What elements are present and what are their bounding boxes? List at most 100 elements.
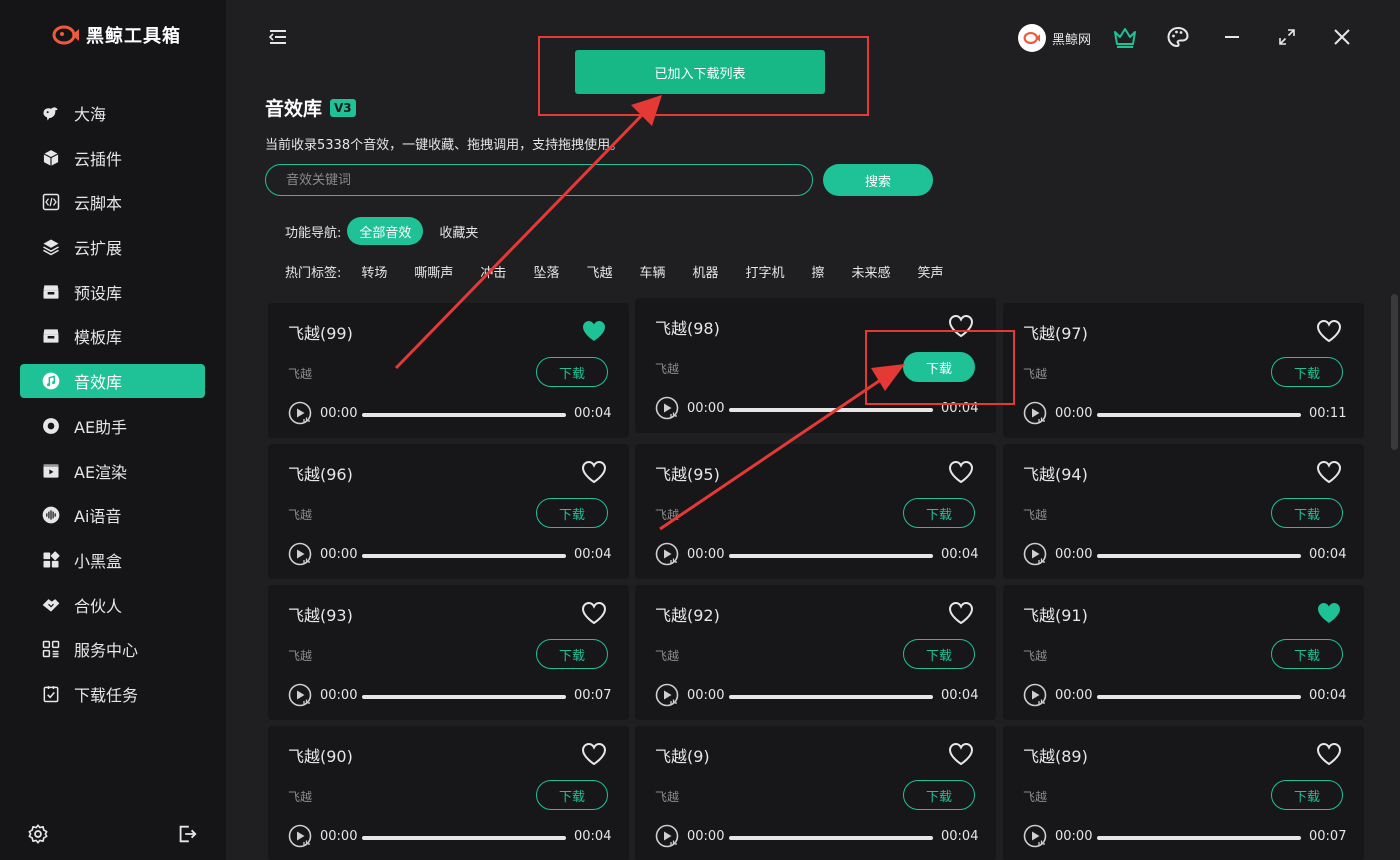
- download-button[interactable]: 下载: [536, 498, 608, 528]
- sound-card[interactable]: 飞越(95) 飞越 下载 00:00 00:04: [635, 444, 996, 579]
- hot-tag[interactable]: 冲击: [480, 262, 506, 281]
- sidebar-item[interactable]: 合伙人: [20, 588, 205, 622]
- sidebar-item[interactable]: 服务中心: [20, 632, 205, 666]
- heart-filled-icon[interactable]: [581, 319, 607, 343]
- progress-bar[interactable]: [1097, 695, 1301, 699]
- theme-palette-icon[interactable]: [1165, 24, 1191, 50]
- scrollbar-thumb[interactable]: [1391, 294, 1398, 450]
- vip-crown-icon[interactable]: [1112, 24, 1138, 50]
- menu-collapse-icon[interactable]: [268, 28, 288, 46]
- play-icon[interactable]: [1023, 683, 1047, 707]
- play-icon[interactable]: [288, 683, 312, 707]
- brand-link[interactable]: 黑鲸网: [1018, 24, 1091, 52]
- hot-tag[interactable]: 机器: [692, 262, 718, 281]
- progress-bar[interactable]: [362, 836, 566, 840]
- hot-tag[interactable]: 嘶嘶声: [414, 262, 453, 281]
- download-button[interactable]: 下载: [536, 780, 608, 810]
- download-button[interactable]: 下载: [536, 639, 608, 669]
- sound-title: 飞越(97): [1023, 324, 1088, 343]
- sidebar-item[interactable]: AE渲染: [20, 454, 205, 488]
- progress-bar[interactable]: [1097, 836, 1301, 840]
- download-button[interactable]: 下载: [1271, 780, 1343, 810]
- sound-card[interactable]: 飞越(97) 飞越 下载 00:00 00:11: [1003, 303, 1364, 438]
- sound-card[interactable]: 飞越(96) 飞越 下载 00:00 00:04: [268, 444, 629, 579]
- play-icon[interactable]: [655, 683, 679, 707]
- hot-tag[interactable]: 擦: [812, 262, 825, 281]
- sound-card[interactable]: 飞越(94) 飞越 下载 00:00 00:04: [1003, 444, 1364, 579]
- play-icon[interactable]: [1023, 542, 1047, 566]
- sound-card[interactable]: 飞越(91) 飞越 下载 00:00 00:04: [1003, 585, 1364, 720]
- download-button[interactable]: 下载: [903, 498, 975, 528]
- tab-favorites[interactable]: 收藏夹: [427, 217, 490, 245]
- play-icon[interactable]: [655, 396, 679, 420]
- sidebar-item[interactable]: AE助手: [20, 409, 205, 443]
- progress-bar[interactable]: [1097, 554, 1301, 558]
- heart-outline-icon[interactable]: [1316, 742, 1342, 766]
- maximize-icon[interactable]: [1274, 24, 1300, 50]
- download-button[interactable]: 下载: [1271, 357, 1343, 387]
- hot-tag[interactable]: 未来感: [852, 262, 891, 281]
- search-input[interactable]: [265, 164, 813, 196]
- settings-icon[interactable]: [27, 823, 49, 845]
- sidebar-item[interactable]: 模板库: [20, 319, 205, 353]
- sidebar-nav: 大海云插件云脚本云扩展预设库模板库音效库 AE助手 AE渲染 Ai语音小黑盒合伙人服务…: [20, 96, 205, 722]
- download-button[interactable]: 下载: [1271, 498, 1343, 528]
- play-icon[interactable]: [288, 824, 312, 848]
- heart-outline-icon[interactable]: [581, 742, 607, 766]
- progress-bar[interactable]: [362, 413, 566, 417]
- download-button[interactable]: 下载: [536, 357, 608, 387]
- hot-tag[interactable]: 车辆: [639, 262, 665, 281]
- heart-outline-icon[interactable]: [1316, 319, 1342, 343]
- progress-bar[interactable]: [1097, 413, 1301, 417]
- duration: 00:04: [941, 829, 979, 844]
- heart-outline-icon[interactable]: [948, 601, 974, 625]
- download-button[interactable]: 下载: [903, 639, 975, 669]
- close-icon[interactable]: [1329, 24, 1355, 50]
- search-button[interactable]: 搜索: [823, 164, 933, 196]
- heart-outline-icon[interactable]: [581, 460, 607, 484]
- sidebar-item[interactable]: 音效库: [20, 364, 205, 399]
- sound-card[interactable]: 飞越(99) 飞越 下载 00:00 00:04: [268, 303, 629, 438]
- progress-bar[interactable]: [362, 695, 566, 699]
- download-button[interactable]: 下载: [903, 780, 975, 810]
- logout-icon[interactable]: [176, 823, 198, 845]
- heart-outline-icon[interactable]: [581, 601, 607, 625]
- tab-all-sounds[interactable]: 全部音效: [347, 217, 424, 245]
- progress-bar[interactable]: [362, 554, 566, 558]
- sidebar-item[interactable]: 大海: [20, 96, 205, 130]
- play-icon[interactable]: [288, 542, 312, 566]
- play-icon[interactable]: [288, 401, 312, 425]
- sidebar: 黑鲸工具箱 大海 云插件 云脚本 云扩展 预设库 模板库 音效库 AE助手 AE渲染 Ai语音 小黑…: [0, 0, 226, 860]
- hot-tag[interactable]: 转场: [361, 262, 387, 281]
- sound-card[interactable]: 飞越(93) 飞越 下载 00:00 00:07: [268, 585, 629, 720]
- sidebar-item[interactable]: 下载任务: [20, 677, 205, 711]
- heart-outline-icon[interactable]: [948, 742, 974, 766]
- heart-outline-icon[interactable]: [948, 460, 974, 484]
- hot-tag[interactable]: 打字机: [746, 262, 785, 281]
- play-icon[interactable]: [655, 824, 679, 848]
- play-icon[interactable]: [1023, 401, 1047, 425]
- hot-tag[interactable]: 飞越: [586, 262, 612, 281]
- sidebar-item[interactable]: 云脚本: [20, 185, 205, 219]
- heart-filled-icon[interactable]: [1316, 601, 1342, 625]
- sidebar-item[interactable]: 预设库: [20, 275, 205, 309]
- progress-bar[interactable]: [729, 554, 933, 558]
- sidebar-item[interactable]: 小黑盒: [20, 543, 205, 577]
- hot-tag[interactable]: 笑声: [918, 262, 944, 281]
- play-icon[interactable]: [655, 542, 679, 566]
- sound-card[interactable]: 飞越(9) 飞越 下载 00:00 00:04: [635, 726, 996, 860]
- sidebar-item[interactable]: 云扩展: [20, 230, 205, 264]
- play-icon[interactable]: [1023, 824, 1047, 848]
- sound-card[interactable]: 飞越(90) 飞越 下载 00:00 00:04: [268, 726, 629, 860]
- sidebar-item[interactable]: 云插件: [20, 141, 205, 175]
- download-button[interactable]: 下载: [1271, 639, 1343, 669]
- minimize-icon[interactable]: [1219, 24, 1245, 50]
- heart-outline-icon[interactable]: [1316, 460, 1342, 484]
- sidebar-item[interactable]: Ai语音: [20, 498, 205, 532]
- progress-bar[interactable]: [729, 695, 933, 699]
- progress-bar[interactable]: [729, 408, 933, 412]
- hot-tag[interactable]: 坠落: [533, 262, 559, 281]
- sound-card[interactable]: 飞越(92) 飞越 下载 00:00 00:04: [635, 585, 996, 720]
- progress-bar[interactable]: [729, 836, 933, 840]
- sound-card[interactable]: 飞越(89) 飞越 下载 00:00 00:07: [1003, 726, 1364, 860]
